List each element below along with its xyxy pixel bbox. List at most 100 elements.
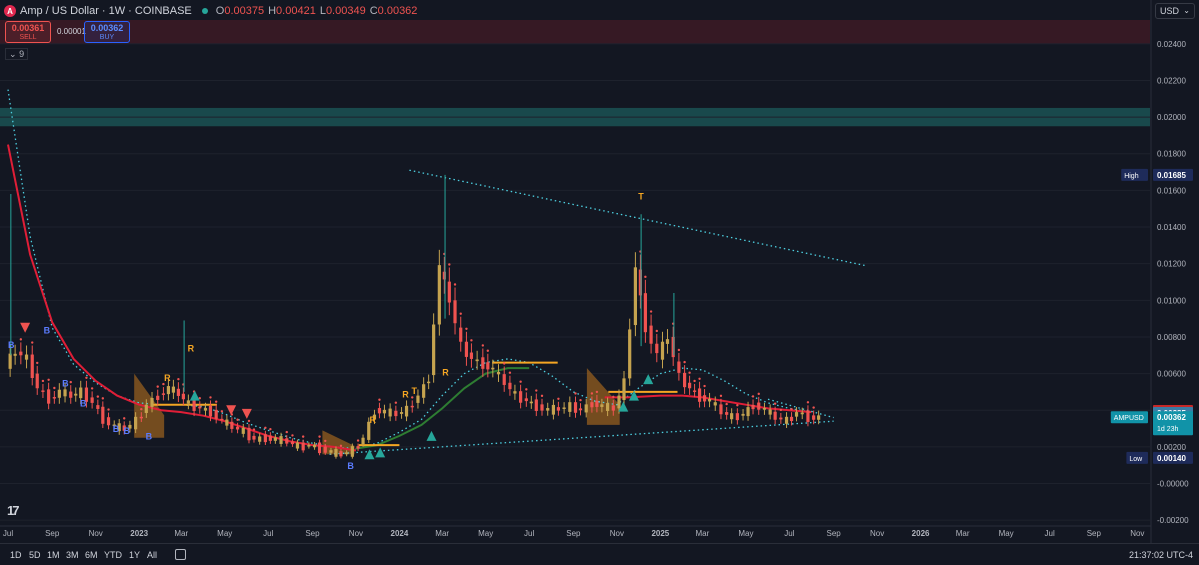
candle-body [595,400,599,407]
range-5d[interactable]: 5D [29,550,41,560]
candle-dot [19,338,23,341]
high-value: 0.00421 [276,5,316,17]
candle-body [144,404,148,413]
range-ytd[interactable]: YTD [104,550,122,560]
candle-dot [47,378,50,381]
low-price-label-tag: Low [1129,456,1143,463]
x-tick-label-26: Nov [1130,529,1144,538]
candle-dot [90,387,94,390]
candle-body [156,395,160,400]
indicator-count: 9 [19,49,25,59]
candle-body [171,386,176,393]
candle-dot [301,435,305,438]
annotation-14: T [638,192,644,202]
candle-dot [140,407,143,411]
annotation-10: R [369,415,376,425]
candle-body [519,391,523,403]
annotation-12: T [412,386,418,396]
y-tick-label-9: 0.00600 [1157,370,1186,379]
triangle-up-marker-8 [643,374,654,385]
candle-dot [574,392,577,395]
range-all[interactable]: All [147,550,157,560]
candle-dot [356,439,360,442]
range-1m[interactable]: 1M [47,550,60,560]
candle-body [106,417,111,426]
candle-dot [53,386,56,390]
candle-body [578,408,583,411]
zone-0 [0,20,1150,44]
high-label: H [268,5,277,17]
x-tick-label-0: Jul [3,529,13,538]
y-tick-label-6: 0.01200 [1157,260,1186,269]
candle-body [605,403,610,411]
candle-body [534,399,538,411]
candle-body [697,388,702,402]
y-tick-label-8: 0.00800 [1157,333,1186,342]
y-tick-label-13: -0.00200 [1157,516,1189,525]
candle-body [30,354,34,378]
candle-body [13,353,17,356]
candle-body [529,401,533,404]
x-tick-label-3: 2023 [130,529,148,538]
range-1y[interactable]: 1Y [129,550,140,560]
x-tick-label-5: May [217,529,232,538]
candle-body [817,415,821,420]
candle-dot [806,401,810,404]
x-tick-label-23: May [999,529,1014,538]
sell-button[interactable]: 0.00361 SELL [5,21,51,43]
candle-body [203,408,208,411]
range-6m[interactable]: 6M [85,550,98,560]
candle-dot [324,439,327,443]
candle-body [453,300,457,324]
annotation-11: R [402,389,409,399]
candle-body [241,427,245,434]
candle-body [508,382,512,390]
candle-body [350,446,354,457]
candle-body [713,402,717,406]
candle-body [475,359,479,362]
candle-body [90,397,94,403]
annotation-3: B [80,399,87,409]
calendar-icon[interactable] [175,549,186,560]
candle-dot [236,418,239,421]
clock: 21:37:02 UTC-4 [1128,550,1193,560]
indicator-toggle[interactable]: ⌄ 9 [5,48,29,60]
x-tick-label-4: Mar [174,529,188,538]
candle-dot [790,407,793,411]
candle-dot [41,379,45,383]
candle-dot [162,382,165,386]
range-1d[interactable]: 1D [10,550,22,560]
y-tick-label-0: 0.02400 [1157,40,1186,49]
range-3m[interactable]: 3M [66,550,79,560]
candle-dot [644,275,647,279]
x-tick-label-6: Jul [263,529,273,538]
candle-body [382,409,387,414]
candle-body [388,408,392,417]
candle-dot [285,430,288,434]
candle-body [643,293,647,333]
x-tick-label-12: Jul [524,529,534,538]
currency-select[interactable]: USD ⌄ [1155,3,1195,19]
candle-dot [751,395,755,398]
candle-body [258,436,262,442]
buy-button[interactable]: 0.00362 BUY [84,21,130,43]
candle-body [192,400,196,411]
candle-body [63,389,67,397]
candle-body [356,446,360,449]
candle-body [101,406,105,424]
candle-dot [101,397,105,400]
candle-dot [612,395,615,399]
sell-price: 0.00361 [11,23,45,33]
buy-label: BUY [99,34,115,41]
candle-body [35,373,39,389]
candle-dot [590,392,594,395]
last-price-label-tag: AMPUSD [1114,415,1144,422]
candle-dot [503,362,506,365]
candle-dot [655,329,658,333]
symbol-title[interactable]: Amp / US Dollar · 1W · COINBASE [20,5,192,17]
candle-body [481,357,485,369]
triangle-down-marker-0 [20,322,31,333]
price-chart[interactable]: BBBBB BBBRRRR TRT0.024000.022000.020000.01… [0,0,1199,543]
candle-dot [453,283,457,286]
candle-dot [773,402,777,405]
